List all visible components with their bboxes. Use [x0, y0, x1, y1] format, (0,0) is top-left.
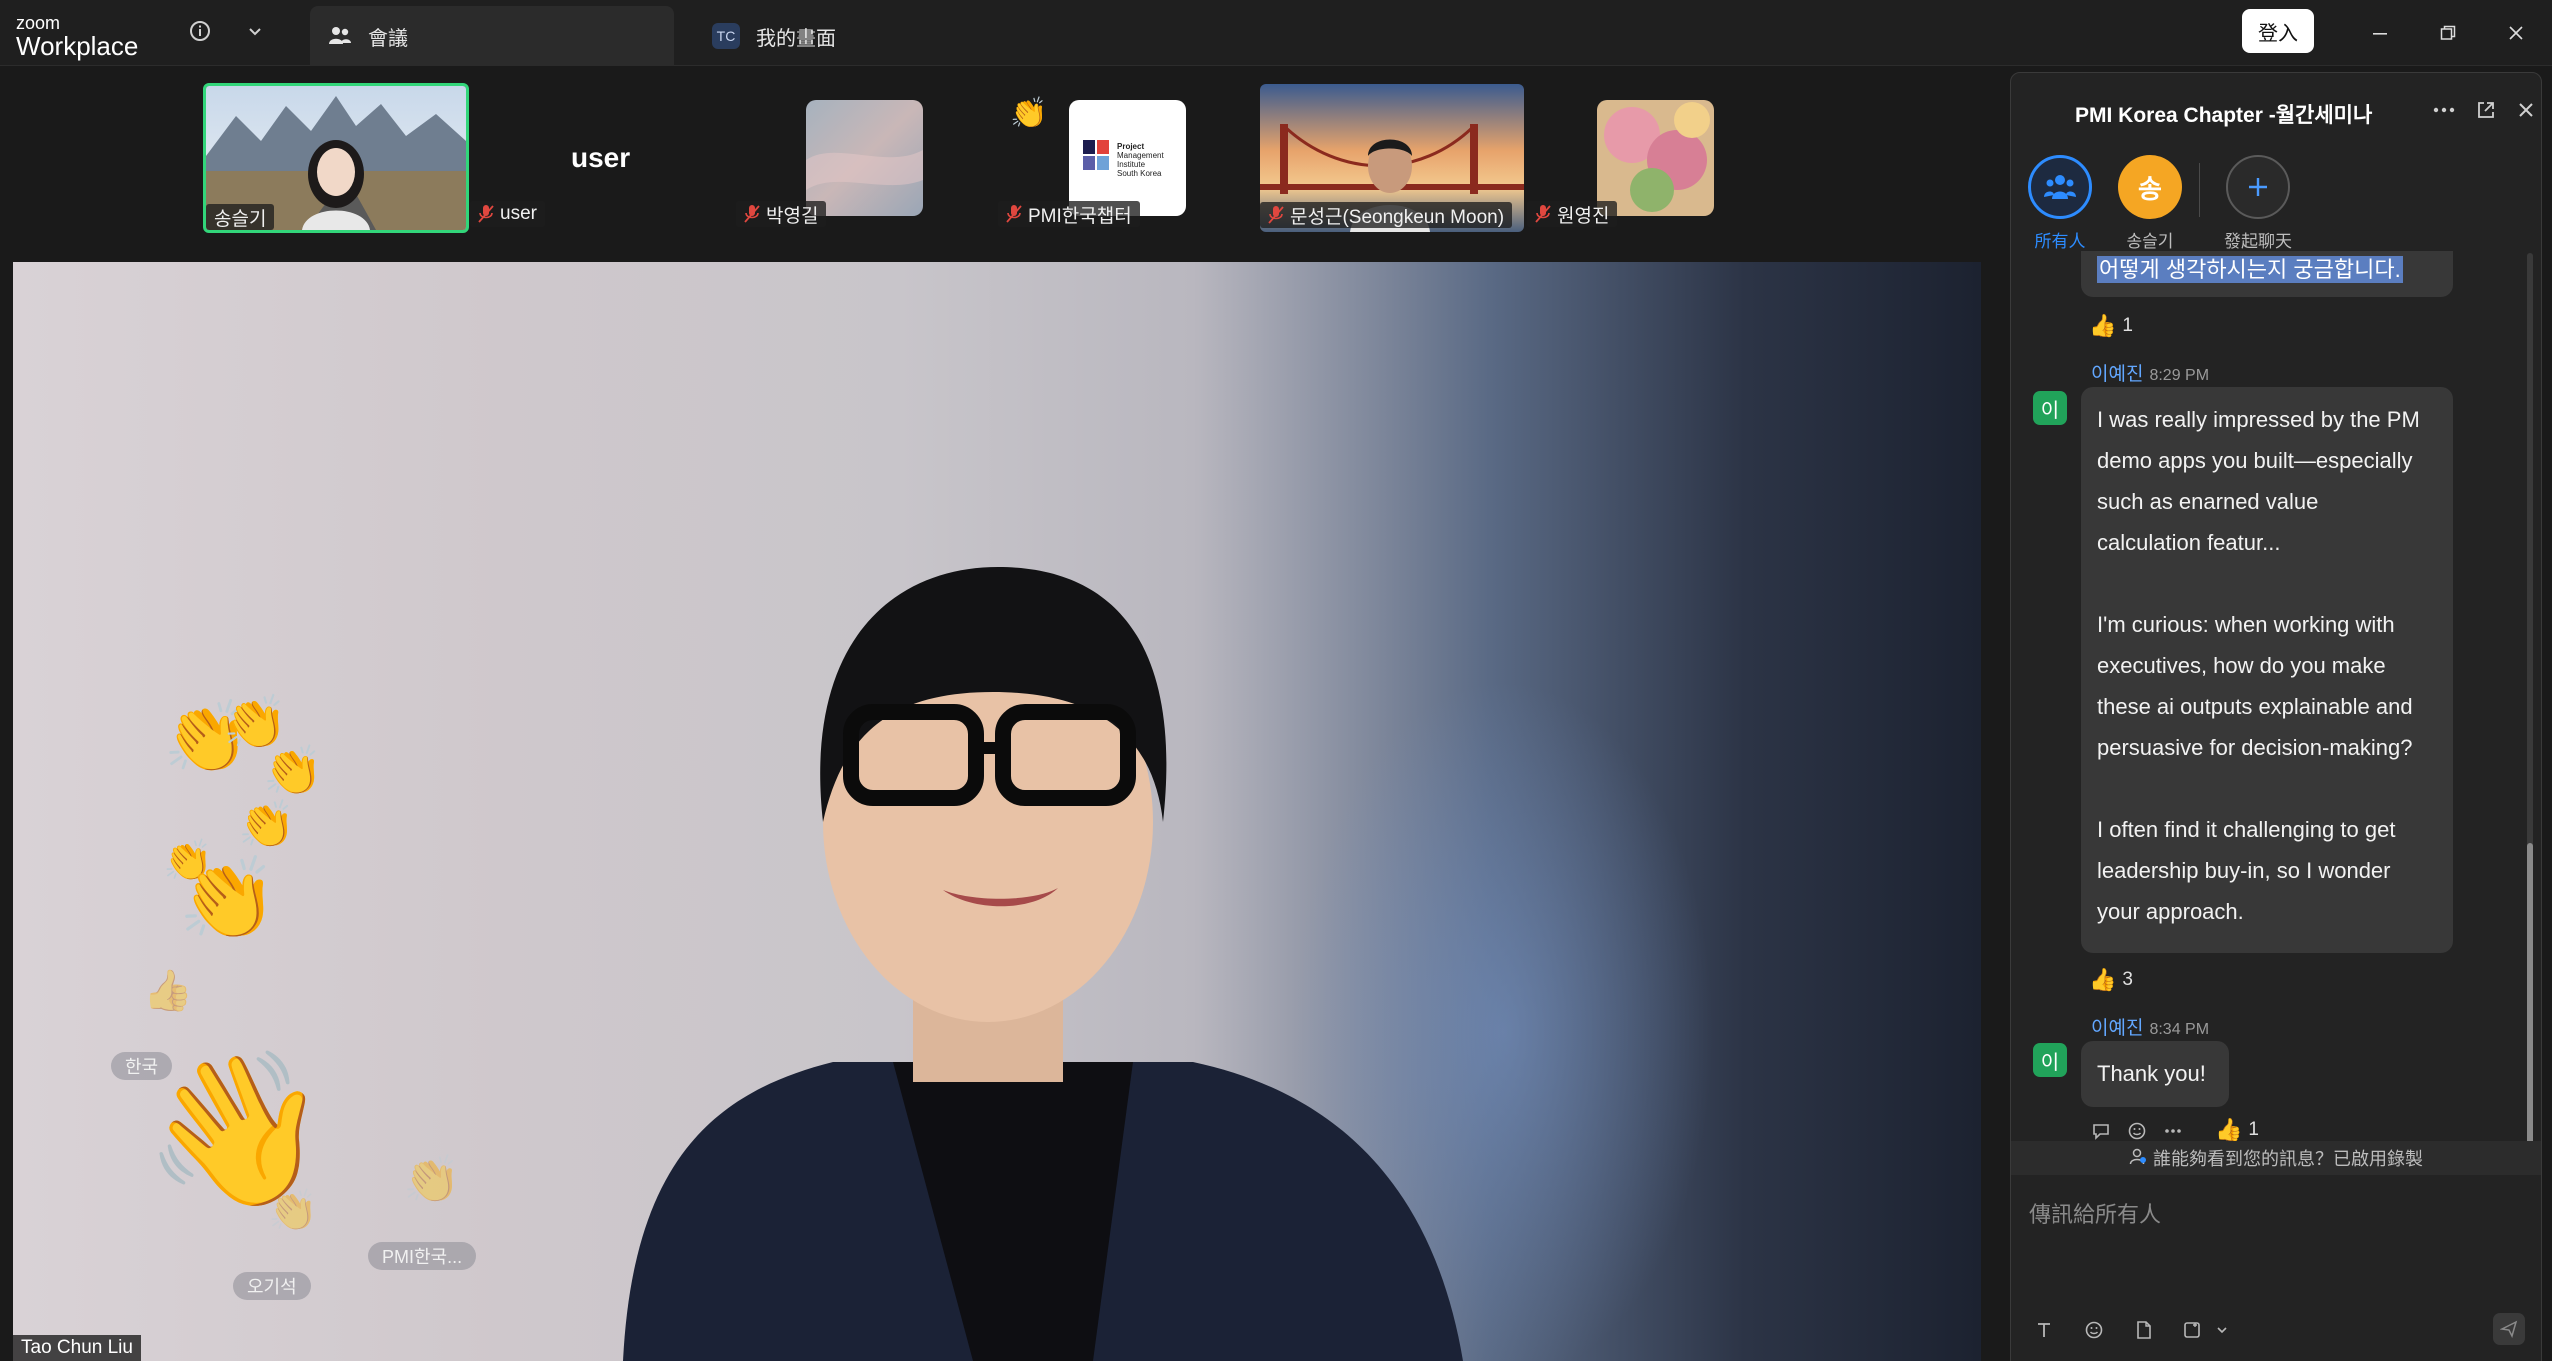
emoji-icon[interactable] [2079, 1315, 2109, 1345]
chat-message-bubble[interactable]: I was really impressed by the PM demo ap… [2081, 387, 2453, 953]
message-sender: 이예진 8:34 PM [2091, 1018, 2210, 1039]
privacy-user-icon [2129, 1147, 2147, 1170]
main-speaker-name: Tao Chun Liu [13, 1335, 141, 1361]
chat-title: PMI Korea Chapter -월간세미나 [2075, 104, 2373, 127]
participant-strip: 송슬기 user user 박영길 👏 Project Management I… [0, 66, 2010, 262]
mic-muted-icon [1268, 206, 1284, 224]
brand-line-2: Workplace [16, 31, 139, 61]
participant-name: user [470, 201, 545, 227]
clap-reaction-icon: 👏 [178, 854, 278, 943]
reaction-sender-label: 오기석 [233, 1272, 311, 1300]
clap-reaction-icon: 👏 [403, 1153, 461, 1205]
pop-out-icon[interactable] [2471, 95, 2501, 125]
recipient-label: 發起聊天 [2224, 232, 2292, 251]
chat-input[interactable]: 傳訊給所有人 [2029, 1197, 2161, 1229]
start-chat-button[interactable]: 發起聊天 [2223, 155, 2293, 252]
reaction-chip[interactable]: 👍 1 [2089, 313, 2133, 339]
reaction-sender-label: PMI한국... [368, 1242, 477, 1270]
text-format-icon[interactable] [2029, 1315, 2059, 1345]
divider [2199, 163, 2200, 217]
recipient-user[interactable]: 송 송슬기 [2115, 155, 2185, 252]
minimize-icon[interactable] [2360, 14, 2400, 52]
mic-muted-icon [478, 205, 494, 223]
recipient-label: 송슬기 [2126, 232, 2174, 251]
send-icon [2500, 1320, 2518, 1338]
clap-reaction-icon: 👏 [268, 1189, 318, 1233]
chat-panel: PMI Korea Chapter -월간세미나 所有人 송 송슬기 發起聊天 [2010, 72, 2542, 1361]
zoom-workplace-logo: zoom Workplace [16, 14, 138, 59]
close-chat-icon[interactable] [2511, 95, 2541, 125]
screenshot-icon[interactable] [2177, 1315, 2207, 1345]
sender-avatar: 이 [2033, 1043, 2067, 1077]
chat-composer: 傳訊給所有人 [2011, 1175, 2541, 1361]
participant-name: PMI한국챕터 [998, 201, 1140, 227]
send-button[interactable] [2493, 1313, 2525, 1345]
participant-name: 박영길 [736, 201, 827, 227]
tab-meeting-label: 會議 [368, 27, 408, 50]
tab-my-screen[interactable]: TC 我的畫面 [700, 6, 1020, 66]
thumbs-up-icon: 👍 [2089, 313, 2117, 338]
brand-line-1: zoom [16, 13, 61, 33]
participant-name: 문성근(Seongkeun Moon) [1260, 202, 1513, 228]
title-bar: zoom Workplace 會議 TC 我的畫面 登入 [0, 0, 2552, 66]
zoom-app: zoom Workplace 會議 TC 我的畫面 登入 송슬기 user us… [0, 0, 2552, 1361]
pmi-logo-text: Project Management Institute South Korea [1117, 142, 1164, 178]
more-options-icon[interactable] [2429, 95, 2459, 125]
message-time: 8:29 PM [2149, 367, 2210, 384]
mic-muted-icon [1535, 205, 1551, 223]
reaction-chip[interactable]: 👍 3 [2089, 967, 2133, 993]
thumbs-up-icon: 👍 [2089, 967, 2117, 992]
reaction-chip[interactable]: 👍 1 [2215, 1117, 2259, 1143]
plus-icon [2226, 155, 2290, 219]
message-time: 8:34 PM [2149, 1021, 2210, 1038]
participant-tile[interactable]: 송슬기 [203, 83, 469, 233]
participant-name: 원영진 [1527, 201, 1618, 227]
thumbs-up-reaction-icon: 👍 [143, 969, 193, 1013]
participant-display-name: user [571, 142, 631, 173]
participant-avatar[interactable] [1597, 100, 1714, 216]
participant-avatar[interactable]: Project Management Institute South Korea [1069, 100, 1186, 216]
selected-text: 어떻게 생각하시는지 궁금합니다. [2097, 256, 2403, 283]
participant-tile[interactable]: 문성근(Seongkeun Moon) [1260, 84, 1524, 232]
chat-message-bubble[interactable]: Thank you! [2081, 1041, 2229, 1107]
close-window-icon[interactable] [2496, 14, 2536, 52]
recipient-everyone[interactable]: 所有人 [2025, 155, 2095, 252]
avatar-image [1597, 100, 1714, 216]
sender-avatar: 이 [2033, 391, 2067, 425]
participant-avatar[interactable] [806, 100, 923, 216]
everyone-icon [2028, 155, 2092, 219]
login-button[interactable]: 登入 [2242, 9, 2314, 53]
clap-reaction-icon: 👏 [238, 798, 296, 850]
main-speaker-video: 👏 👏 👏 👏 👏 👏 👍 👋 👏 👏 한국 오기석 PMI한국... [13, 262, 1981, 1361]
chevron-down-icon[interactable] [2207, 1315, 2237, 1345]
mic-muted-icon [744, 205, 760, 223]
raised-hand-icon: 👏 [1010, 97, 1048, 130]
avatar-image [806, 100, 923, 216]
thumbs-up-icon: 👍 [2215, 1117, 2243, 1142]
file-icon[interactable] [2129, 1315, 2159, 1345]
participant-name: 송슬기 [206, 204, 275, 230]
tab-badge: TC [712, 23, 740, 49]
recipient-label: 所有人 [2034, 232, 2086, 251]
restore-icon[interactable] [2428, 14, 2468, 52]
chat-message-list[interactable]: 어떻게 생각하시는지 궁금합니다. 👍 1 이예진 8:29 PM 이 I was… [2011, 251, 2526, 1211]
info-icon[interactable] [183, 14, 217, 48]
people-icon [326, 22, 354, 50]
user-avatar: 송 [2118, 155, 2182, 219]
pmi-logo-icon [1083, 140, 1111, 172]
message-sender: 이예진 8:29 PM [2091, 364, 2210, 385]
reaction-sender-label: 한국 [111, 1052, 173, 1080]
mic-muted-icon [1006, 205, 1022, 223]
recording-notice[interactable]: 誰能夠看到您的訊息？已啟用錄製 [2011, 1141, 2541, 1175]
chevron-down-icon[interactable] [238, 14, 272, 48]
clap-reaction-icon: 👏 [263, 745, 323, 798]
chat-message-bubble[interactable]: 어떻게 생각하시는지 궁금합니다. [2081, 251, 2453, 297]
tab-meeting[interactable]: 會議 [310, 6, 674, 66]
tab-my-screen-label: 我的畫面 [756, 27, 836, 50]
